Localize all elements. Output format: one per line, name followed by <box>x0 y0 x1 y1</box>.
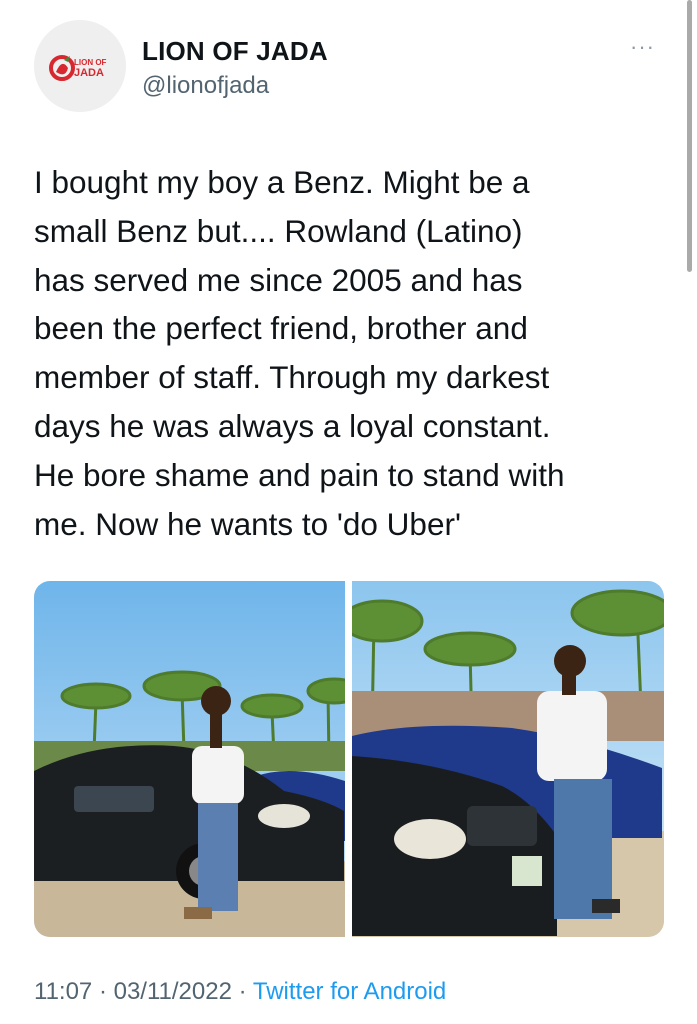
tweet-date[interactable]: 03/11/2022 <box>114 978 232 1005</box>
meta-separator-1: · <box>92 978 114 1005</box>
lion-logo-icon: LION OF JADA <box>34 20 126 112</box>
tweet-meta: 11:07 · 03/11/2022 · Twitter for Android <box>34 978 446 1006</box>
author-handle[interactable]: @lionofjada <box>142 72 269 100</box>
meta-separator-2: · <box>231 978 253 1005</box>
scrollbar[interactable] <box>687 0 692 272</box>
photo-2[interactable] <box>352 581 664 937</box>
avatar[interactable]: LION OF JADA <box>34 20 126 112</box>
tweet-client-link[interactable]: Twitter for Android <box>253 978 446 1005</box>
tweet-time[interactable]: 11:07 <box>34 978 92 1005</box>
author-display-name[interactable]: LION OF JADA <box>142 36 328 67</box>
avatar-logo-line-2: JADA <box>74 67 104 79</box>
tweet-text: I bought my boy a Benz. Might be a small… <box>34 164 565 542</box>
avatar-logo-line-1: LION OF <box>74 58 107 67</box>
more-dots-icon[interactable]: ··· <box>630 34 655 60</box>
photo-1[interactable] <box>34 581 345 937</box>
